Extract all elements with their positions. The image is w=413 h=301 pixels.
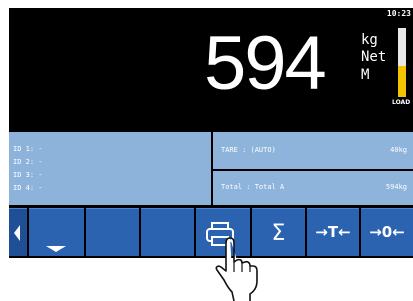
scroll-down-button[interactable] — [29, 208, 84, 256]
scroll-left-button[interactable] — [9, 208, 27, 256]
load-bar-fill — [398, 65, 406, 97]
clock: 10:23 — [386, 9, 411, 18]
weight-readout: 594 — [204, 21, 327, 106]
id-line-3: ID 3: - — [13, 171, 43, 179]
softkey-blank-1[interactable] — [86, 208, 139, 256]
softkey-blank-2[interactable] — [141, 208, 194, 256]
load-bar — [398, 28, 406, 97]
down-arrow-icon — [46, 246, 66, 252]
load-label: LOAD — [392, 99, 411, 106]
motion-indicator: M — [361, 67, 370, 83]
tare-icon: →T← — [315, 223, 351, 241]
scale-display-screen: 10:23 594 kg Net M LOAD ID 1: - ID 2: - … — [9, 8, 413, 258]
tare-button[interactable]: →T← — [307, 208, 359, 256]
total-label: Total : Total A — [221, 183, 285, 191]
id-line-2: ID 2: - — [13, 158, 43, 166]
net-indicator: Net — [361, 49, 387, 65]
left-arrow-icon — [14, 225, 20, 241]
tare-panel: TARE : (AUTO) 40kg — [213, 132, 413, 169]
id-line-1: ID 1: - — [13, 145, 43, 153]
zero-icon: →0← — [369, 223, 405, 241]
tare-label: TARE : (AUTO) — [221, 146, 276, 154]
pointing-hand-icon — [215, 237, 258, 301]
zero-button[interactable]: →0← — [361, 208, 413, 256]
total-value: 594kg — [385, 183, 407, 191]
id-panel: ID 1: - ID 2: - ID 3: - ID 4: - — [9, 132, 211, 205]
unit-label: kg — [361, 32, 378, 48]
tare-value: 40kg — [390, 146, 407, 154]
total-panel: Total : Total A 594kg — [213, 171, 413, 205]
id-line-4: ID 4: - — [13, 184, 43, 192]
